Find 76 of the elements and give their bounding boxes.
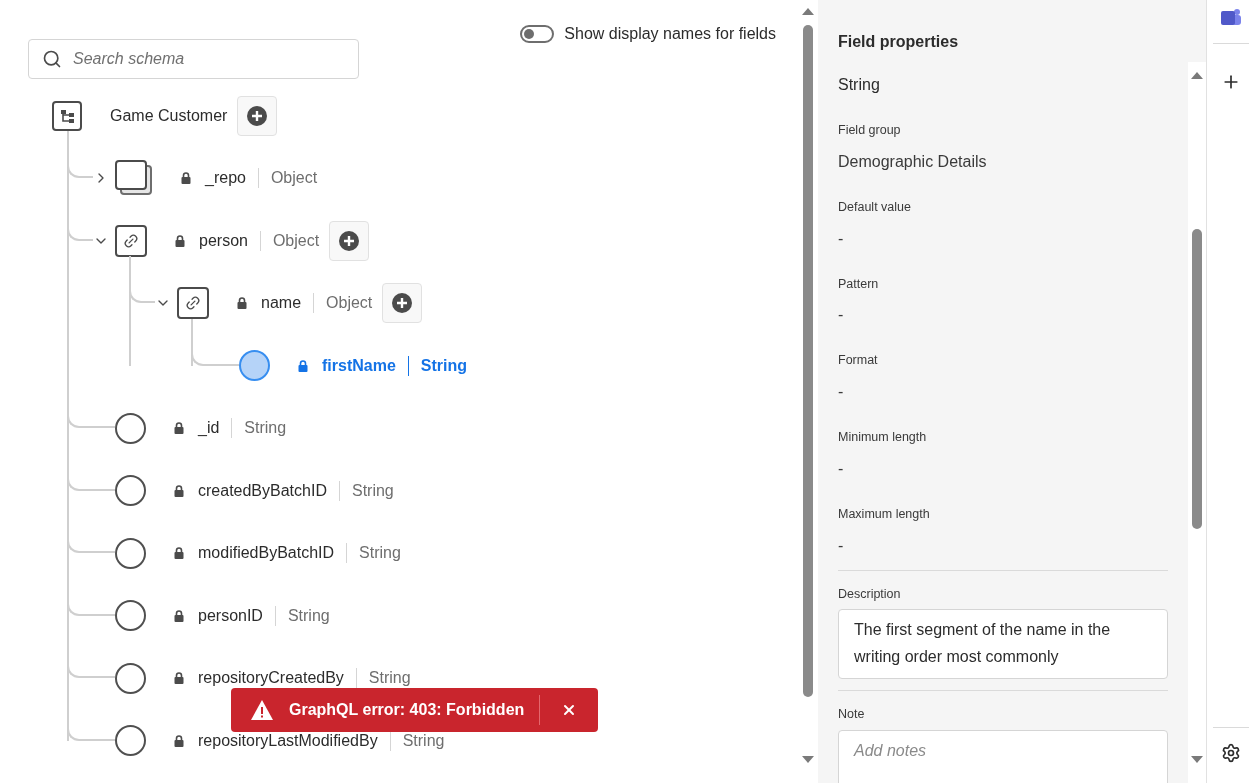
- field-node[interactable]: [115, 600, 146, 632]
- note-label: Note: [838, 706, 866, 724]
- add-field-button[interactable]: [329, 220, 370, 261]
- schema-icon[interactable]: [52, 101, 82, 131]
- search-icon: [42, 49, 62, 69]
- toast-message: GraphQL error: 403: Forbidden: [289, 700, 525, 720]
- field-name[interactable]: _id: [198, 416, 220, 441]
- lock-icon: [174, 484, 184, 497]
- property-label: Format: [838, 352, 879, 370]
- add-icon: [339, 230, 360, 251]
- property-label: Field group: [838, 122, 902, 139]
- field-type: String: [359, 543, 401, 564]
- toggle-label: Show display names for fields: [564, 24, 776, 44]
- property-value: -: [838, 382, 845, 402]
- field-node[interactable]: [115, 725, 146, 757]
- settings-icon[interactable]: [1220, 743, 1241, 763]
- property-label: Default value: [838, 198, 912, 216]
- field-type: String: [244, 418, 287, 439]
- lock-icon: [298, 359, 308, 372]
- add-field-button[interactable]: [382, 283, 423, 324]
- add-field-button[interactable]: [237, 96, 278, 136]
- field-node[interactable]: [115, 412, 146, 444]
- property-value: Demographic Details: [838, 151, 988, 172]
- field-node[interactable]: [115, 475, 146, 507]
- field-type: String: [420, 355, 468, 376]
- property-value: -: [838, 305, 845, 326]
- toggle-switch[interactable]: [520, 25, 555, 43]
- field-type: String: [351, 480, 394, 501]
- field-name[interactable]: name: [261, 291, 302, 316]
- lock-icon: [175, 234, 185, 247]
- add-icon: [392, 293, 413, 314]
- field-type: String: [402, 730, 445, 751]
- property-value: -: [838, 458, 845, 479]
- scrollbar[interactable]: [1188, 62, 1206, 783]
- property-value: -: [838, 228, 845, 249]
- field-name[interactable]: modifiedByBatchID: [198, 541, 335, 566]
- close-icon: [561, 702, 577, 718]
- description-text: The first segment of the name in the writing order most commonly: [854, 620, 1112, 668]
- field-type: Object: [270, 168, 318, 189]
- add-icon: [247, 106, 268, 126]
- field-type: Object: [326, 293, 373, 314]
- field-name[interactable]: repositoryLastModifiedBy: [198, 728, 378, 753]
- lock-icon: [181, 172, 191, 185]
- field-name[interactable]: repositoryCreatedBy: [198, 666, 344, 691]
- field-type: String: [287, 605, 330, 626]
- field-type-value: String: [838, 75, 881, 95]
- field-node[interactable]: [239, 350, 270, 382]
- lock-icon: [237, 297, 247, 310]
- field-name[interactable]: person: [199, 228, 248, 253]
- description-label: Description: [838, 585, 902, 603]
- field-name[interactable]: createdByBatchID: [198, 478, 327, 503]
- lock-icon: [174, 672, 184, 685]
- field-name[interactable]: personID: [198, 603, 263, 628]
- schema-name: Game Customer: [110, 106, 228, 126]
- lock-icon: [174, 734, 184, 747]
- field-type: String: [368, 668, 411, 689]
- lock-icon: [174, 547, 184, 560]
- description-field[interactable]: The first segment of the name in the writing order most commonly: [838, 609, 1168, 680]
- warning-icon: [251, 700, 273, 720]
- property-label: Pattern: [838, 275, 880, 293]
- panel-title: Field properties: [838, 32, 960, 52]
- array-icon[interactable]: [115, 160, 153, 197]
- search-field[interactable]: Search schema: [28, 39, 359, 79]
- property-label: Maximum length: [838, 505, 931, 523]
- property-label: Minimum length: [838, 429, 928, 446]
- field-type: Object: [272, 230, 320, 251]
- field-name[interactable]: _repo: [205, 166, 246, 191]
- field-node[interactable]: [115, 662, 146, 694]
- lock-icon: [174, 609, 184, 622]
- field-node[interactable]: [115, 537, 146, 569]
- link-icon[interactable]: [177, 287, 209, 320]
- field-name[interactable]: firstName: [322, 353, 396, 378]
- link-icon[interactable]: [115, 224, 147, 257]
- property-value: -: [838, 535, 845, 556]
- lock-icon: [174, 422, 184, 435]
- note-field[interactable]: Add notes: [838, 730, 1168, 783]
